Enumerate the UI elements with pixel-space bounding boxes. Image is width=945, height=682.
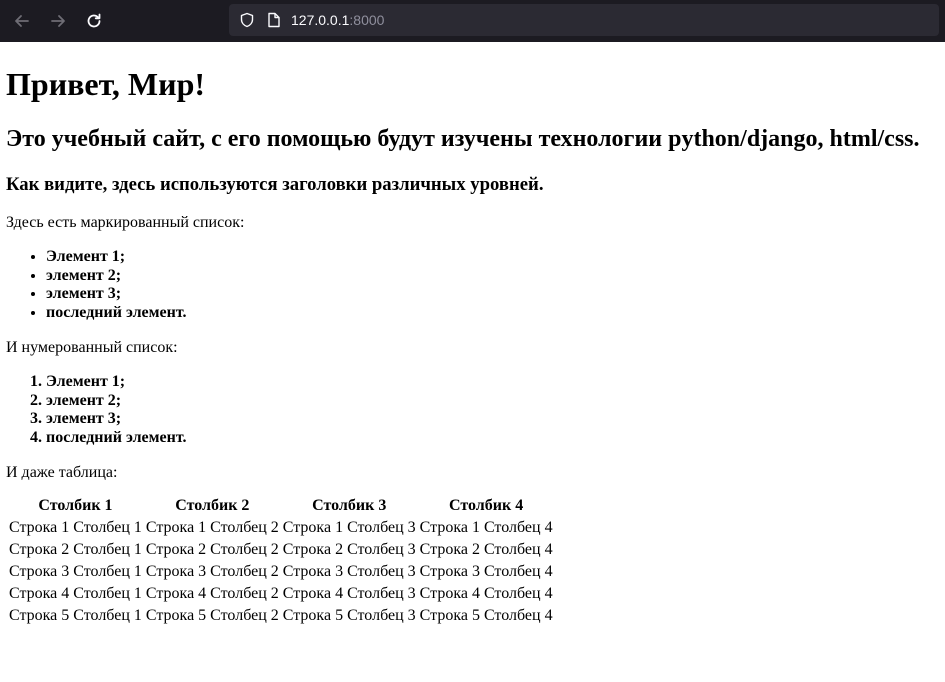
back-arrow-icon: [15, 15, 29, 27]
url-port: :8000: [349, 12, 385, 28]
table-cell: Строка 3 Столбец 1: [9, 563, 142, 580]
reload-button[interactable]: [76, 0, 112, 42]
table-row: Строка 5 Столбец 1 Строка 5 Столбец 2 Ст…: [8, 606, 554, 626]
shield-icon[interactable]: [239, 12, 255, 28]
list-item: Элемент 1;: [46, 248, 939, 267]
table-cell: Строка 4 Столбец 3: [282, 585, 416, 602]
url-text[interactable]: 127.0.0.1:8000: [281, 12, 384, 28]
table-cell: Строка 3 Столбец 3: [282, 563, 416, 580]
address-bar[interactable]: 127.0.0.1:8000: [229, 4, 939, 36]
page-heading-h1: Привет, Мир!: [6, 66, 206, 102]
table-row: Строка 2 Столбец 1 Строка 2 Столбец 2 Ст…: [8, 540, 554, 560]
table-row: Строка 4 Столбец 1 Строка 4 Столбец 2 Ст…: [8, 584, 554, 604]
page-content: Привет, Мир! Это учебный сайт, с его пом…: [0, 64, 945, 628]
table-cell: Строка 3 Столбец 2: [145, 563, 279, 580]
table-cell: Строка 5 Столбец 4: [419, 607, 553, 624]
list-item: элемент 2;: [46, 267, 939, 286]
table-header-cell: Столбик 3: [312, 497, 387, 514]
table-cell: Строка 1 Столбец 2: [145, 519, 279, 536]
table-cell: Строка 4 Столбец 1: [9, 585, 142, 602]
table-header-cell: Столбик 1: [38, 497, 113, 514]
table-header-cell: Столбик 2: [175, 497, 250, 514]
bulleted-list: Элемент 1; элемент 2; элемент 3; последн…: [6, 248, 939, 322]
table-cell: Строка 1 Столбец 1: [9, 519, 142, 536]
table-header-row: Столбик 1 Столбик 2 Столбик 3 Столбик 4: [8, 496, 554, 516]
list-item: элемент 2;: [46, 392, 939, 411]
table-row: Строка 3 Столбец 1 Строка 3 Столбец 2 Ст…: [8, 562, 554, 582]
table-cell: Строка 5 Столбец 2: [145, 607, 279, 624]
table-cell: Строка 5 Столбец 1: [9, 607, 142, 624]
table-cell: Строка 4 Столбец 2: [145, 585, 279, 602]
table-cell: Строка 2 Столбец 4: [419, 541, 553, 558]
table-cell: Строка 2 Столбец 2: [145, 541, 279, 558]
page-heading-h3: Как видите, здесь используются заголовки…: [6, 174, 544, 195]
numbered-list: Элемент 1; элемент 2; элемент 3; последн…: [6, 373, 939, 447]
numbered-list-intro: И нумерованный список:: [6, 339, 178, 356]
table-row: Строка 1 Столбец 1 Строка 1 Столбец 2 Ст…: [8, 518, 554, 538]
table-cell: Строка 3 Столбец 4: [419, 563, 553, 580]
table-intro: И даже таблица:: [6, 464, 118, 481]
table-cell: Строка 2 Столбец 1: [9, 541, 142, 558]
url-host: 127.0.0.1: [291, 12, 350, 28]
back-button[interactable]: [4, 0, 40, 42]
table-cell: Строка 2 Столбец 3: [282, 541, 416, 558]
reload-icon: [87, 13, 101, 28]
list-item: элемент 3;: [46, 410, 939, 429]
list-item: последний элемент.: [46, 304, 939, 323]
forward-arrow-icon: [51, 15, 65, 27]
table-cell: Строка 1 Столбец 4: [419, 519, 553, 536]
bulleted-list-intro: Здесь есть маркированный список:: [6, 214, 245, 231]
table-cell: Строка 4 Столбец 4: [419, 585, 553, 602]
table-header-cell: Столбик 4: [449, 497, 524, 514]
forward-button[interactable]: [40, 0, 76, 42]
table-cell: Строка 5 Столбец 3: [282, 607, 416, 624]
table-cell: Строка 1 Столбец 3: [282, 519, 416, 536]
list-item: последний элемент.: [46, 429, 939, 448]
page-icon[interactable]: [267, 12, 281, 28]
list-item: элемент 3;: [46, 285, 939, 304]
browser-toolbar: 127.0.0.1:8000: [0, 0, 945, 42]
data-table: Столбик 1 Столбик 2 Столбик 3 Столбик 4 …: [6, 494, 556, 628]
list-item: Элемент 1;: [46, 373, 939, 392]
page-heading-h2: Это учебный сайт, с его помощью будут из…: [6, 126, 920, 152]
